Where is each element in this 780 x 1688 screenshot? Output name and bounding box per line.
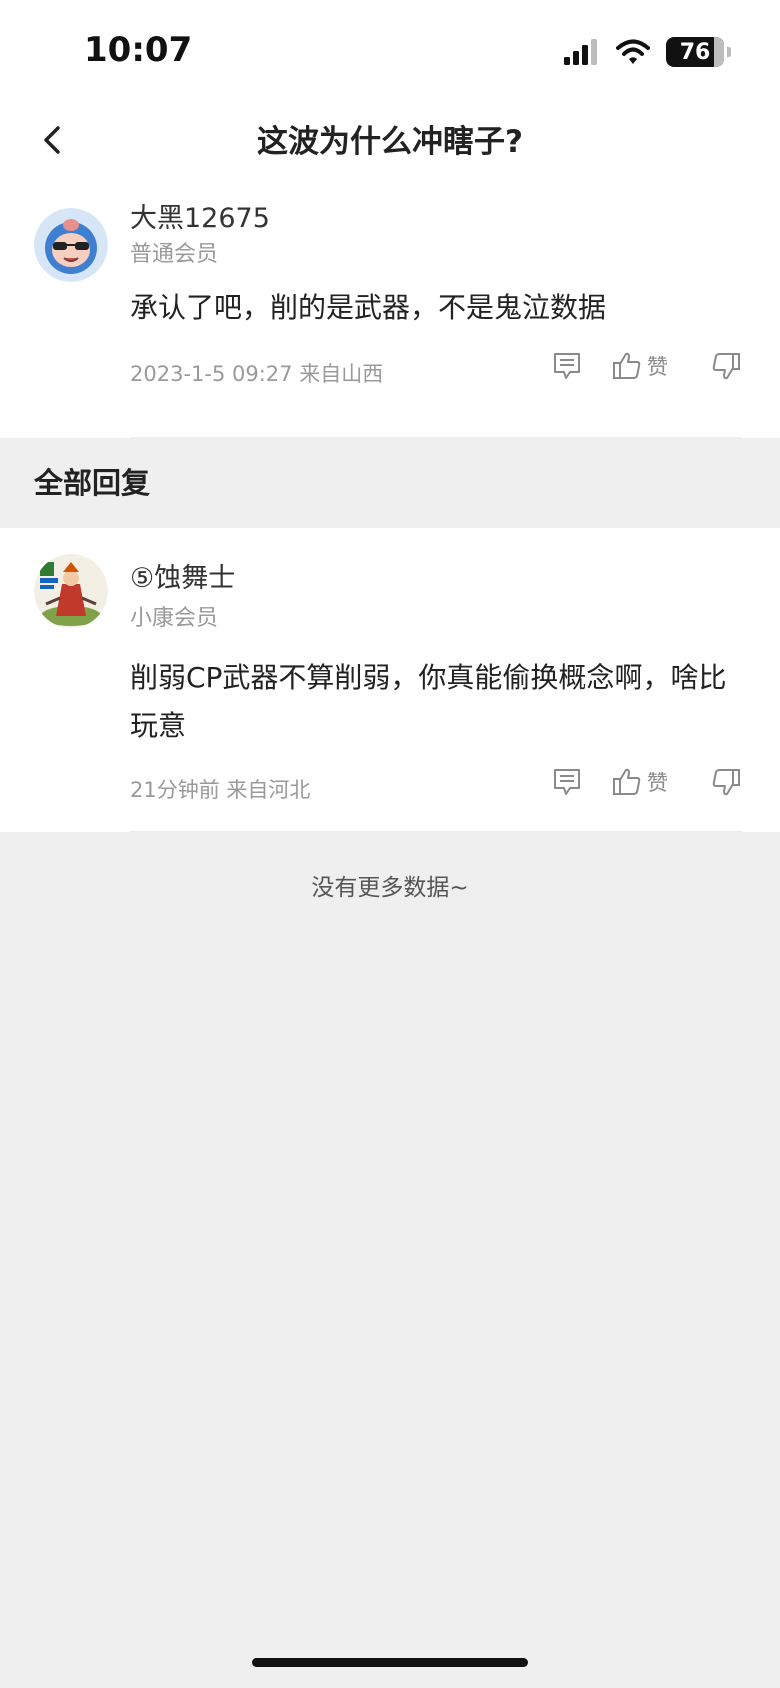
comment-body: 削弱CP武器不算削弱，你真能偷换概念啊，啥比玩意: [130, 661, 727, 742]
battery-level: 76: [679, 39, 711, 65]
battery-icon: 76: [666, 37, 731, 67]
member-level-label: 小康会员: [130, 606, 219, 631]
cartoon-avatar-image: [34, 208, 108, 282]
dislike-button[interactable]: [710, 350, 742, 382]
username[interactable]: ⑤蚀舞士: [130, 556, 235, 595]
thumbs-up-icon: [613, 352, 641, 379]
avatar[interactable]: [34, 554, 108, 628]
dislike-button[interactable]: [710, 766, 742, 798]
like-label: 赞: [647, 771, 668, 795]
member-level-label: 普通会员: [130, 242, 219, 267]
illustrated-avatar-image: [34, 554, 108, 628]
home-indicator: [252, 1658, 528, 1667]
comment-actions: 赞: [551, 350, 742, 382]
divider: [130, 437, 742, 438]
like-button[interactable]: 赞: [611, 766, 668, 798]
section-header-all-replies: 全部回复: [34, 466, 151, 500]
comment-icon: [554, 353, 580, 379]
page-title: 这波为什么冲瞎子?: [257, 124, 523, 160]
comment-actions: 赞: [551, 766, 742, 798]
wifi-icon: [616, 39, 650, 64]
like-label: 赞: [647, 355, 668, 379]
cellular-signal-icon: [564, 39, 597, 65]
thumbs-up-icon: [613, 768, 641, 795]
status-time: 10:07: [84, 30, 193, 70]
reply-button[interactable]: [551, 350, 583, 382]
avatar[interactable]: [34, 208, 108, 282]
like-button[interactable]: 赞: [611, 350, 668, 382]
reply-comment: ⑤蚀舞士 小康会员 削弱CP武器不算削弱，你真能偷换概念啊，啥比玩意 21分钟前…: [0, 528, 780, 832]
divider: [130, 831, 742, 832]
thumbs-down-icon: [712, 353, 740, 380]
main-comment: 大黑12675 普通会员 承认了吧，削的是武器，不是鬼泣数据 2023-1-5 …: [0, 180, 780, 438]
username[interactable]: 大黑12675: [130, 196, 270, 235]
nav-bar: 这波为什么冲瞎子?: [0, 100, 780, 180]
thumbs-down-icon: [712, 769, 740, 796]
no-more-data-text: 没有更多数据~: [311, 875, 469, 901]
status-icons: 76: [564, 34, 731, 70]
reply-button[interactable]: [551, 766, 583, 798]
comment-body: 承认了吧，削的是武器，不是鬼泣数据: [130, 291, 607, 324]
comment-meta: 21分钟前 来自河北: [130, 778, 311, 802]
status-bar: 10:07 76: [0, 0, 780, 100]
comment-meta: 2023-1-5 09:27 来自山西: [130, 362, 384, 386]
battery-empty-segment: [714, 37, 724, 67]
battery-cap: [727, 47, 731, 57]
comment-icon: [554, 769, 580, 795]
